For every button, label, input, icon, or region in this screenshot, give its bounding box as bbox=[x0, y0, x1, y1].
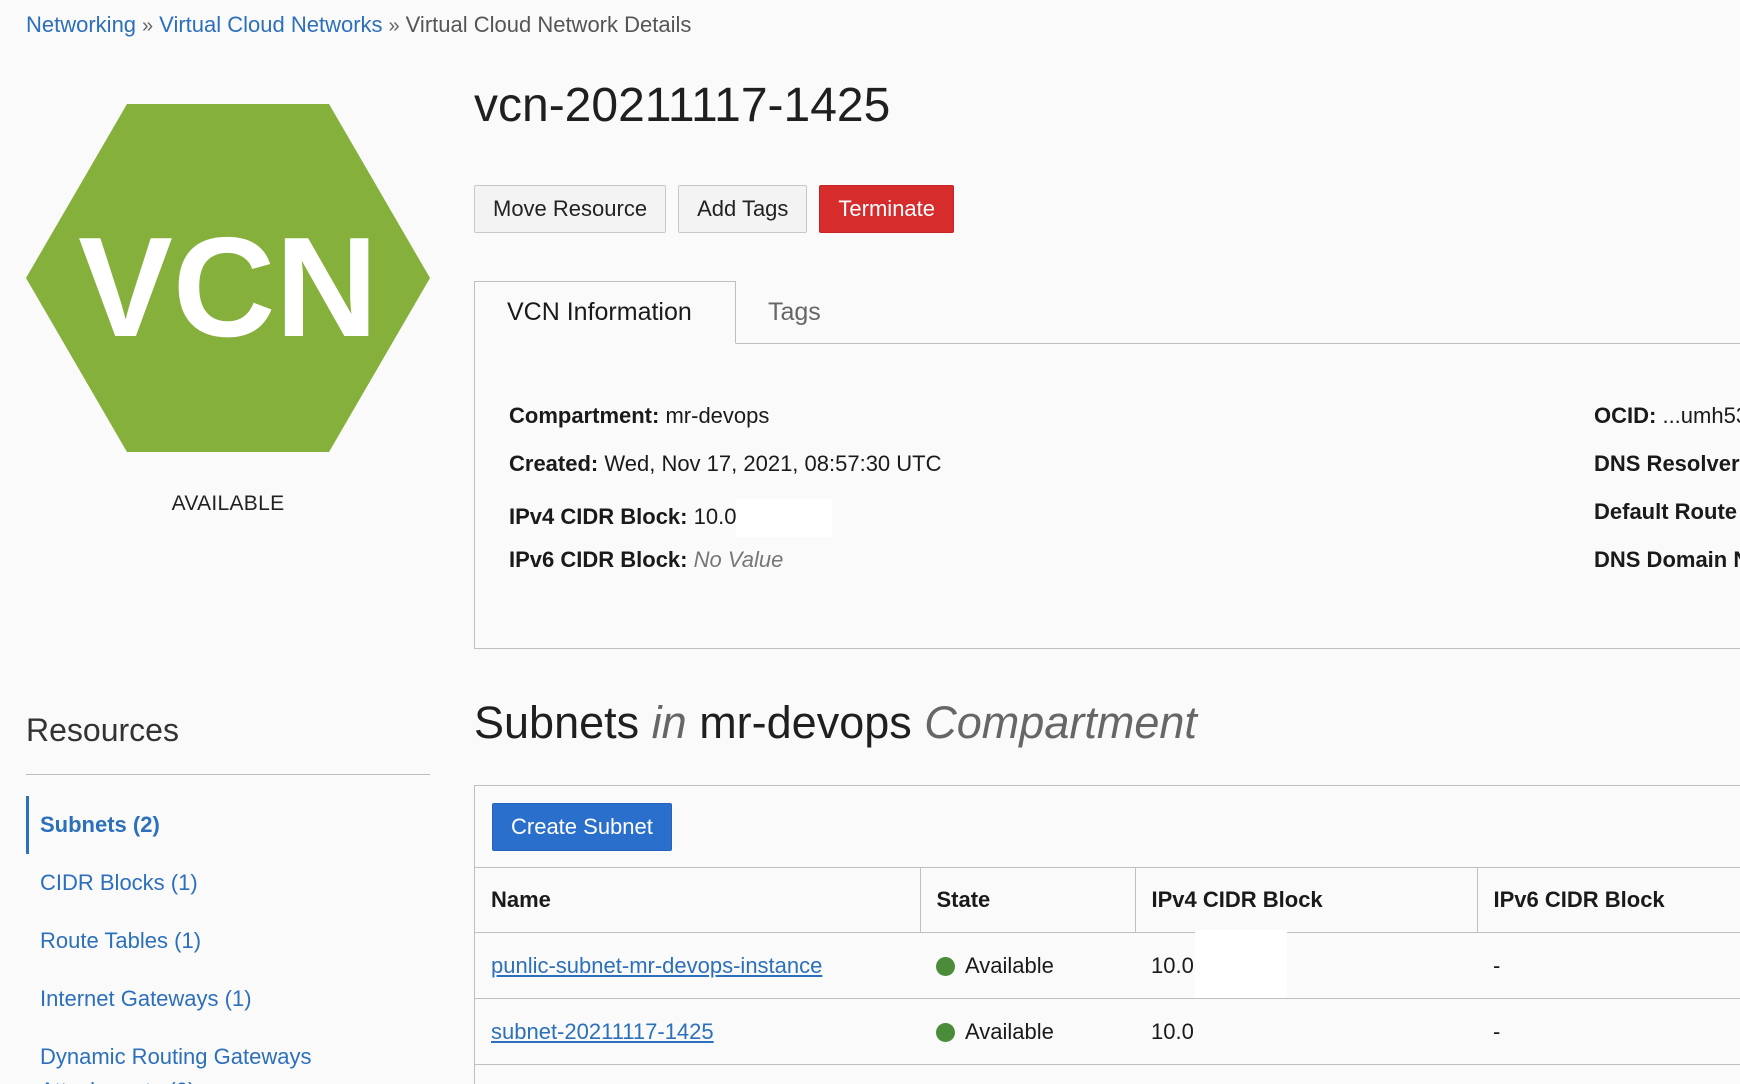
resources-heading: Resources bbox=[26, 712, 179, 748]
subnet-ipv6: - bbox=[1477, 998, 1740, 1065]
subnet-name-link[interactable]: punlic-subnet-mr-devops-instance bbox=[491, 953, 822, 978]
dns-resolver-label: DNS Resolver bbox=[1594, 451, 1740, 476]
subnet-name-link[interactable]: subnet-20211117-1425 bbox=[491, 1019, 714, 1044]
column-header-ipv4[interactable]: IPv4 CIDR Block bbox=[1135, 867, 1478, 933]
compartment-value: mr-devops bbox=[665, 403, 770, 428]
vcn-details-page: Networking» Virtual Cloud Networks» Virtua… bbox=[0, 0, 1740, 1084]
redaction-block bbox=[1195, 930, 1287, 998]
ipv6-cidr-row: IPv6 CIDR Block: No Value bbox=[509, 547, 783, 573]
subnet-ipv4: 10.0 bbox=[1135, 998, 1477, 1065]
details-tabs: VCN Information Tags bbox=[474, 281, 1740, 344]
column-header-name[interactable]: Name bbox=[475, 867, 921, 933]
available-status-icon bbox=[936, 956, 955, 976]
subnets-heading: Subnets in mr-devops Compartment bbox=[474, 697, 1197, 749]
resources-nav: Subnets (2) CIDR Blocks (1) Route Tables… bbox=[26, 796, 430, 1084]
ipv4-cidr-value: 10.0 bbox=[693, 503, 737, 529]
subnet-ipv6: - bbox=[1477, 932, 1740, 999]
subnets-heading-in: in bbox=[651, 697, 687, 748]
resource-item-route-tables[interactable]: Route Tables (1) bbox=[26, 912, 430, 970]
ipv4-cidr-row: IPv4 CIDR Block: 10.0 bbox=[509, 499, 833, 537]
add-tags-button[interactable]: Add Tags bbox=[678, 185, 808, 233]
table-row: subnet-20211117-1425 Available 10.0 - bbox=[475, 998, 1740, 1065]
breadcrumb: Networking» Virtual Cloud Networks» Virtua… bbox=[26, 12, 691, 38]
dns-domain-label: DNS Domain N bbox=[1594, 547, 1740, 572]
subnets-heading-main: Subnets bbox=[474, 697, 640, 748]
created-label: Created: bbox=[509, 451, 599, 476]
breadcrumb-separator: » bbox=[388, 15, 400, 37]
subnet-ipv4: 10.0 bbox=[1135, 932, 1477, 999]
divider bbox=[26, 774, 430, 775]
ipv4-cidr-label: IPv4 CIDR Block: bbox=[509, 503, 688, 529]
terminate-button[interactable]: Terminate bbox=[819, 185, 955, 233]
resource-item-cidr-blocks[interactable]: CIDR Blocks (1) bbox=[26, 854, 430, 912]
table-row: punlic-subnet-mr-devops-instance Availab… bbox=[475, 932, 1740, 999]
ocid-value: ...umh53 bbox=[1662, 403, 1740, 428]
create-subnet-button[interactable]: Create Subnet bbox=[492, 803, 672, 851]
breadcrumb-current: Virtual Cloud Network Details bbox=[405, 12, 692, 37]
breadcrumb-separator: » bbox=[142, 15, 154, 37]
subnets-heading-compartment: mr-devops bbox=[699, 697, 912, 748]
breadcrumb-vcns-link[interactable]: Virtual Cloud Networks bbox=[159, 12, 382, 37]
ipv6-cidr-label: IPv6 CIDR Block: bbox=[509, 547, 688, 572]
tab-vcn-information[interactable]: VCN Information bbox=[474, 281, 736, 344]
ocid-row: OCID: ...umh53 bbox=[1594, 403, 1740, 429]
default-route-label: Default Route bbox=[1594, 499, 1737, 524]
page-title: vcn-20211117-1425 bbox=[474, 79, 891, 132]
tab-tags[interactable]: Tags bbox=[768, 281, 821, 343]
resource-item-subnets[interactable]: Subnets (2) bbox=[26, 796, 430, 854]
vcn-logo-text: VCN bbox=[78, 208, 378, 367]
available-status-icon bbox=[936, 1022, 955, 1042]
lifecycle-status: AVAILABLE bbox=[171, 492, 285, 515]
created-row: Created: Wed, Nov 17, 2021, 08:57:30 UTC bbox=[509, 451, 942, 477]
subnet-state: Available bbox=[965, 1018, 1054, 1044]
dns-resolver-row: DNS Resolver bbox=[1594, 451, 1740, 477]
subnet-state: Available bbox=[965, 952, 1054, 978]
vcn-information-panel: Compartment: mr-devops Created: Wed, Nov… bbox=[474, 343, 1740, 649]
compartment-row: Compartment: mr-devops bbox=[509, 403, 769, 429]
default-route-row: Default Route bbox=[1594, 499, 1737, 525]
column-header-state[interactable]: State bbox=[920, 867, 1136, 933]
resource-item-internet-gateways[interactable]: Internet Gateways (1) bbox=[26, 970, 430, 1028]
redaction-block bbox=[736, 499, 833, 537]
dns-domain-row: DNS Domain N bbox=[1594, 547, 1740, 573]
resource-item-drg-attachments[interactable]: Attachments (0) bbox=[26, 1062, 430, 1084]
compartment-label: Compartment: bbox=[509, 403, 660, 428]
subnets-heading-suffix: Compartment bbox=[924, 697, 1197, 748]
column-header-ipv6[interactable]: IPv6 CIDR Block bbox=[1477, 867, 1740, 933]
breadcrumb-networking-link[interactable]: Networking bbox=[26, 12, 136, 37]
created-value: Wed, Nov 17, 2021, 08:57:30 UTC bbox=[604, 451, 942, 476]
table-header-row: Name State IPv4 CIDR Block IPv6 CIDR Blo… bbox=[475, 867, 1740, 933]
ocid-label: OCID: bbox=[1594, 403, 1657, 428]
ipv6-cidr-value: No Value bbox=[693, 547, 784, 572]
subnets-panel: Create Subnet Name State IPv4 CIDR Block… bbox=[474, 785, 1740, 1084]
action-bar: Move Resource Add Tags Terminate bbox=[474, 185, 955, 233]
subnets-table: Name State IPv4 CIDR Block IPv6 CIDR Blo… bbox=[475, 867, 1740, 1065]
vcn-hexagon-logo: VCN bbox=[26, 104, 430, 452]
move-resource-button[interactable]: Move Resource bbox=[474, 185, 667, 233]
